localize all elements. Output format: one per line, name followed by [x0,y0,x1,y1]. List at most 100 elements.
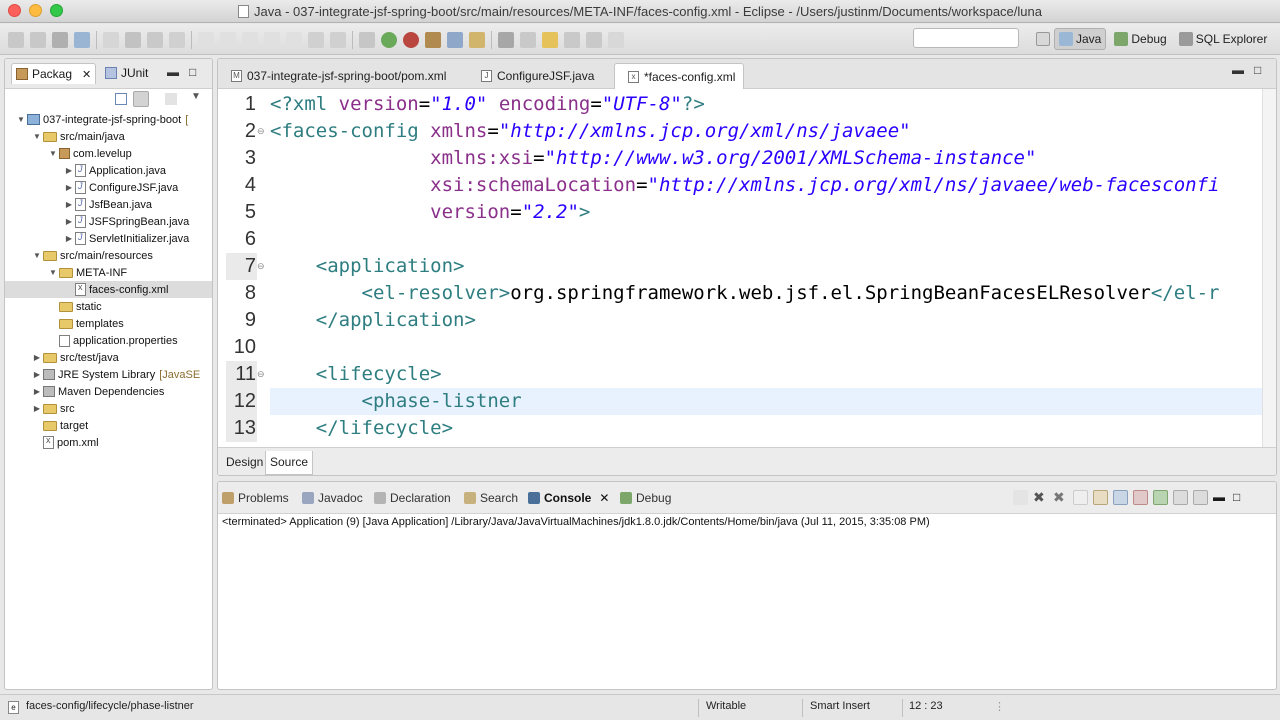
back-icon[interactable] [586,32,602,48]
console-maximize-icon[interactable]: □ [1233,490,1248,505]
editor-minimize-icon[interactable]: ▬ [1232,63,1244,77]
display-selected-console-icon[interactable] [1173,490,1188,505]
scroll-lock-icon[interactable] [1093,490,1108,505]
expanded-arrow-icon[interactable]: ▼ [15,115,27,124]
code-line[interactable]: 3 xmlns:xsi="http://www.w3.org/2001/XMLS… [218,145,1264,172]
save-all-icon[interactable] [74,32,90,48]
editor-tab[interactable]: x *faces-config.xml [614,63,745,89]
code-line[interactable]: 9 </application> [218,307,1264,334]
tab-source[interactable]: Source [265,451,314,475]
editor-vertical-scrollbar[interactable] [1262,89,1276,447]
use-step-filters-icon[interactable] [330,32,346,48]
expanded-arrow-icon[interactable]: ▼ [47,149,59,158]
toggle-mark-icon[interactable] [125,32,141,48]
tree-item[interactable]: ▼ META-INF [5,264,212,281]
code-line[interactable]: 1 <?xml version="1.0" encoding="UTF-8"?> [218,91,1264,118]
forward-icon[interactable] [608,32,624,48]
tree-item[interactable]: ▼ src/main/resources [5,247,212,264]
code-line[interactable]: 11 ⊖ <lifecycle> [218,361,1264,388]
new-icon[interactable] [8,32,24,48]
debug-icon[interactable] [359,32,375,48]
bottom-tab[interactable]: Problems [222,491,289,505]
bottom-tab[interactable]: Debug [620,491,671,505]
tree-item[interactable]: ▶ src/test/java [5,349,212,366]
collapsed-arrow-icon[interactable]: ▶ [63,183,75,192]
tree-item[interactable]: application.properties [5,332,212,349]
collapsed-arrow-icon[interactable]: ▶ [63,166,75,175]
expanded-arrow-icon[interactable]: ▼ [31,251,43,260]
minimize-icon[interactable]: ▬ [167,65,179,79]
code-line[interactable]: 2 ⊖ <faces-config xmlns="http://xmlns.jcp.… [218,118,1264,145]
bottom-tab[interactable]: Declaration [374,491,451,505]
tree-item[interactable]: ▶ JsfBean.java [5,196,212,213]
tree-item[interactable]: ▶ Maven Dependencies [5,383,212,400]
print-icon[interactable] [103,32,119,48]
tab-junit[interactable]: JUnit [105,66,148,80]
code-line[interactable]: 12 <phase-listner [234,388,1264,415]
close-window-button[interactable] [8,4,21,17]
zoom-window-button[interactable] [50,4,63,17]
terminate-icon[interactable] [242,32,258,48]
code-line[interactable]: 4 xsi:schemaLocation="http://xmlns.jcp.o… [218,172,1264,199]
pin-console-icon[interactable] [1153,490,1168,505]
perspective-debug[interactable]: Debug [1110,29,1170,49]
new-package-icon[interactable] [447,32,463,48]
minimize-window-button[interactable] [29,4,42,17]
terminate-icon[interactable] [1013,490,1028,505]
maximize-icon[interactable]: □ [189,65,196,79]
annotation-icon[interactable] [542,32,558,48]
show-console-on-error-icon[interactable] [1133,490,1148,505]
tree-item[interactable]: ▶ JSFSpringBean.java [5,213,212,230]
tree-item[interactable]: static [5,298,212,315]
collapsed-arrow-icon[interactable]: ▶ [63,200,75,209]
suspend-icon[interactable] [220,32,236,48]
open-perspective-icon[interactable] [1036,32,1050,46]
fold-toggle-icon[interactable]: ⊖ [257,361,265,388]
remove-all-terminated-icon[interactable]: ✖ [1053,490,1068,505]
fold-toggle-icon[interactable]: ⊖ [257,253,265,280]
close-icon[interactable]: ✕ [599,491,609,505]
tree-item[interactable]: ▼ 037-integrate-jsf-spring-boot[ [5,111,212,128]
code-editor[interactable]: 1 <?xml version="1.0" encoding="UTF-8"?> 2… [218,89,1264,447]
tab-package-explorer[interactable]: Packag ✕ [11,63,97,84]
step-into-icon[interactable] [264,32,280,48]
code-line[interactable]: 7 ⊖ <application> [218,253,1264,280]
tree-item[interactable]: pom.xml [5,434,212,451]
quick-access-input[interactable] [913,28,1019,48]
code-line[interactable]: 5 version="2.2"> [218,199,1264,226]
collapsed-arrow-icon[interactable]: ▶ [31,353,43,362]
tree-item[interactable]: ▶ ConfigureJSF.java [5,179,212,196]
skip-breakpoints-icon[interactable] [169,32,185,48]
tree-item[interactable]: ▶ ServletInitializer.java [5,230,212,247]
collapsed-arrow-icon[interactable]: ▶ [31,404,43,413]
run-external-icon[interactable] [403,32,419,48]
search-icon[interactable] [520,32,536,48]
clear-console-icon[interactable] [1073,490,1088,505]
tab-design[interactable]: Design [222,451,267,475]
console-minimize-icon[interactable]: ▬ [1213,490,1228,505]
editor-tab[interactable]: M 037-integrate-jsf-spring-boot/pom.xml [222,63,455,88]
tasks-icon[interactable] [147,32,163,48]
code-line[interactable]: 6 [218,226,1264,253]
tree-item[interactable]: ▶ JRE System Library [JavaSE [5,366,212,383]
focus-icon[interactable] [165,93,177,105]
tree-item[interactable]: templates [5,315,212,332]
bottom-tab[interactable]: Search [464,491,518,505]
tree-item[interactable]: ▶ src [5,400,212,417]
collapsed-arrow-icon[interactable]: ▶ [63,217,75,226]
editor-maximize-icon[interactable]: □ [1254,63,1261,77]
collapsed-arrow-icon[interactable]: ▶ [31,370,43,379]
run-icon[interactable] [381,32,397,48]
editor-tab[interactable]: J ConfigureJSF.java [472,63,603,88]
view-menu-icon[interactable]: ▼ [191,91,201,102]
perspective-sql-explorer[interactable]: SQL Explorer [1175,29,1272,49]
tree-item[interactable]: faces-config.xml [5,281,212,298]
show-console-on-output-icon[interactable] [1113,490,1128,505]
collapsed-arrow-icon[interactable]: ▶ [31,387,43,396]
code-line[interactable]: 10 [218,334,1264,361]
step-over-icon[interactable] [286,32,302,48]
expanded-arrow-icon[interactable]: ▼ [47,268,59,277]
expanded-arrow-icon[interactable]: ▼ [31,132,43,141]
open-console-icon[interactable] [1193,490,1208,505]
tree-item[interactable]: ▼ src/main/java [5,128,212,145]
